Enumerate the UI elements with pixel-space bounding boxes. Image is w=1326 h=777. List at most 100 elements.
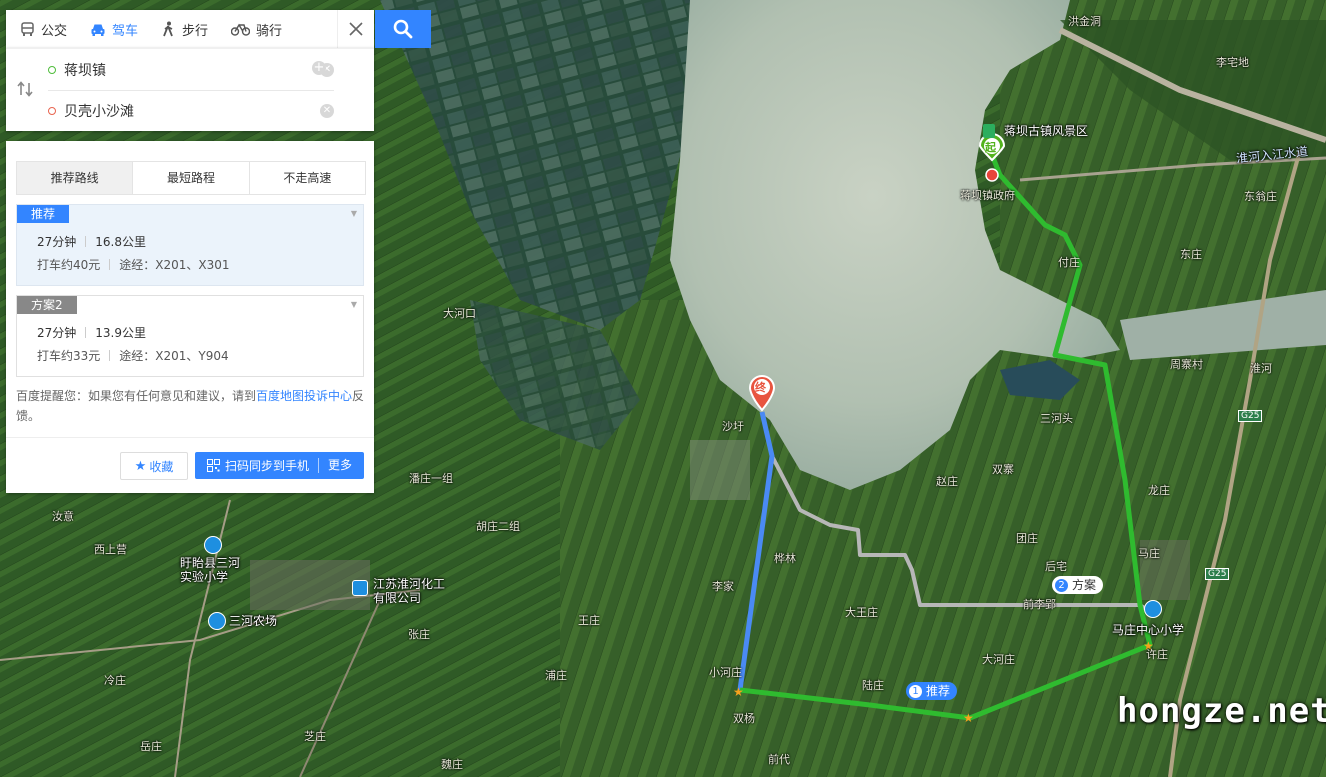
place-label: 马庄 [1138, 547, 1160, 560]
svg-text:★: ★ [733, 685, 744, 699]
plan-tag: 方案2 [17, 296, 77, 314]
mode-label: 驾车 [112, 23, 139, 39]
plan-summary: 27分钟 16.8公里 [37, 233, 146, 250]
tab-no-highway[interactable]: 不走高速 [248, 162, 365, 194]
tab-shortest[interactable]: 最短路程 [132, 162, 248, 194]
school-icon [204, 536, 222, 554]
start-input[interactable]: 蒋坝镇 ✕ [48, 50, 334, 91]
route-tag-recommended[interactable]: 1 推荐 [906, 682, 958, 700]
more-button[interactable]: 更多 [318, 458, 352, 473]
swap-button[interactable] [16, 81, 34, 100]
swap-icon [17, 81, 33, 97]
divider [6, 437, 374, 438]
farm-icon [208, 612, 226, 630]
route-tag-number: 2 [1055, 578, 1068, 592]
place-label: 冷庄 [104, 674, 126, 687]
plan-time: 27分钟 [37, 235, 77, 249]
place-label: 小河庄 [709, 666, 742, 679]
notice-prefix: 百度提醒您：如果您有任何意见和建议，请到 [16, 389, 257, 403]
poi-gov[interactable]: 蒋坝镇政府 [960, 187, 1015, 203]
place-label: 桦林 [774, 552, 796, 565]
place-label: 前李郢 [1023, 598, 1056, 611]
plan-summary: 27分钟 13.9公里 [37, 324, 146, 341]
place-label: 团庄 [1016, 532, 1038, 545]
end-input[interactable]: 贝壳小沙滩 ✕ [48, 91, 334, 131]
place-label: 汝意 [52, 510, 74, 523]
place-label: 李宅地 [1216, 56, 1249, 69]
route-plan-1[interactable]: 推荐 ▼ 27分钟 16.8公里 打车约40元 途经：X201、X301 [16, 204, 364, 286]
plan-detail: 打车约33元 途经：X201、Y904 [37, 347, 229, 364]
plan-distance: 13.9公里 [95, 326, 147, 340]
mode-label: 公交 [41, 23, 68, 39]
clear-end-button[interactable]: ✕ [320, 104, 334, 118]
place-label: 后宅 [1045, 560, 1067, 573]
plan-detail: 打车约40元 途经：X201、X301 [37, 256, 230, 273]
add-waypoint-button[interactable]: + [312, 61, 326, 75]
route-tag-label: 推荐 [926, 684, 951, 698]
company-icon [352, 580, 368, 596]
route-tag-label: 方案 [1072, 578, 1097, 592]
place-label: 赵庄 [936, 475, 958, 488]
poi-chem[interactable]: 江苏淮河化工有限公司 [373, 577, 453, 605]
watermark-logo: hongze.net [1117, 691, 1326, 731]
highway-shield: G25 [1205, 568, 1230, 580]
feedback-notice: 百度提醒您：如果您有任何意见和建议，请到百度地图投诉中心反馈。 [16, 386, 366, 426]
start-dot-icon [48, 66, 56, 74]
place-label: 周寨村 [1170, 358, 1203, 371]
place-label: 东翁庄 [1244, 190, 1277, 203]
mode-car[interactable]: 驾车 [76, 10, 147, 48]
place-label: 岳庄 [140, 740, 162, 753]
place-label: 前代 [768, 753, 790, 766]
place-label: 双寨 [992, 463, 1014, 476]
poi-school-sanhe[interactable]: 盱眙县三河实验小学 [180, 556, 250, 584]
tab-recommended[interactable]: 推荐路线 [17, 162, 133, 194]
close-button[interactable] [337, 10, 374, 48]
place-label: 王庄 [578, 614, 600, 627]
plan-via: 途经：X201、X301 [119, 258, 230, 272]
share-label: 扫码同步到手机 [225, 459, 310, 473]
place-label: 魏庄 [441, 758, 463, 771]
poi-school-mazhuang[interactable]: 马庄中心小学 [1112, 623, 1184, 637]
svg-text:★: ★ [963, 711, 974, 725]
start-pin-label: 起 [985, 141, 996, 154]
bus-icon [21, 21, 34, 36]
mode-walk[interactable]: 步行 [147, 10, 217, 48]
chevron-down-icon[interactable]: ▼ [351, 209, 357, 218]
place-label: 许庄 [1146, 648, 1168, 661]
plan-taxi: 打车约33元 [37, 349, 101, 363]
complaint-center-link[interactable]: 百度地图投诉中心 [256, 389, 352, 403]
place-label: 龙庄 [1148, 484, 1170, 497]
place-label: 胡庄二组 [476, 520, 520, 533]
mode-label: 步行 [182, 23, 209, 39]
place-label: 陆庄 [862, 679, 884, 692]
place-label: 芝庄 [304, 730, 326, 743]
poi-scenic[interactable]: 蒋坝古镇风景区 [1004, 124, 1088, 138]
share-to-phone-button[interactable]: 扫码同步到手机 更多 [195, 452, 364, 479]
plan-taxi: 打车约40元 [37, 258, 101, 272]
plan-time: 27分钟 [37, 326, 77, 340]
plan-distance: 16.8公里 [95, 235, 147, 249]
mode-bus[interactable]: 公交 [6, 10, 76, 48]
place-label: 付庄 [1058, 256, 1080, 269]
poi-farm[interactable]: 三河农场 [229, 614, 277, 628]
favorite-button[interactable]: ★ 收藏 [120, 452, 188, 480]
route-plan-2[interactable]: 方案2 ▼ 27分钟 13.9公里 打车约33元 途经：X201、Y904 [16, 295, 364, 377]
chevron-down-icon[interactable]: ▼ [351, 300, 357, 309]
place-label: 淮河 [1250, 362, 1272, 375]
school-icon [1144, 600, 1162, 618]
favorite-label: 收藏 [149, 459, 174, 474]
plan-via: 途经：X201、Y904 [119, 349, 229, 363]
place-label: 大河口 [443, 307, 476, 320]
mode-label: 骑行 [256, 23, 283, 39]
start-input-value: 蒋坝镇 [64, 63, 106, 79]
highway-shield: G25 [1238, 410, 1263, 422]
mode-bike[interactable]: 骑行 [217, 10, 291, 48]
place-label: 沙圩 [722, 420, 744, 433]
car-icon [91, 24, 105, 36]
search-button[interactable] [375, 10, 431, 48]
place-label: 潘庄一组 [409, 472, 453, 485]
end-input-value: 贝壳小沙滩 [64, 104, 134, 120]
place-label: 大河庄 [982, 653, 1015, 666]
route-tag-alt[interactable]: 2 方案 [1052, 576, 1104, 594]
share-to-phone[interactable]: 扫码同步到手机 [195, 457, 309, 474]
